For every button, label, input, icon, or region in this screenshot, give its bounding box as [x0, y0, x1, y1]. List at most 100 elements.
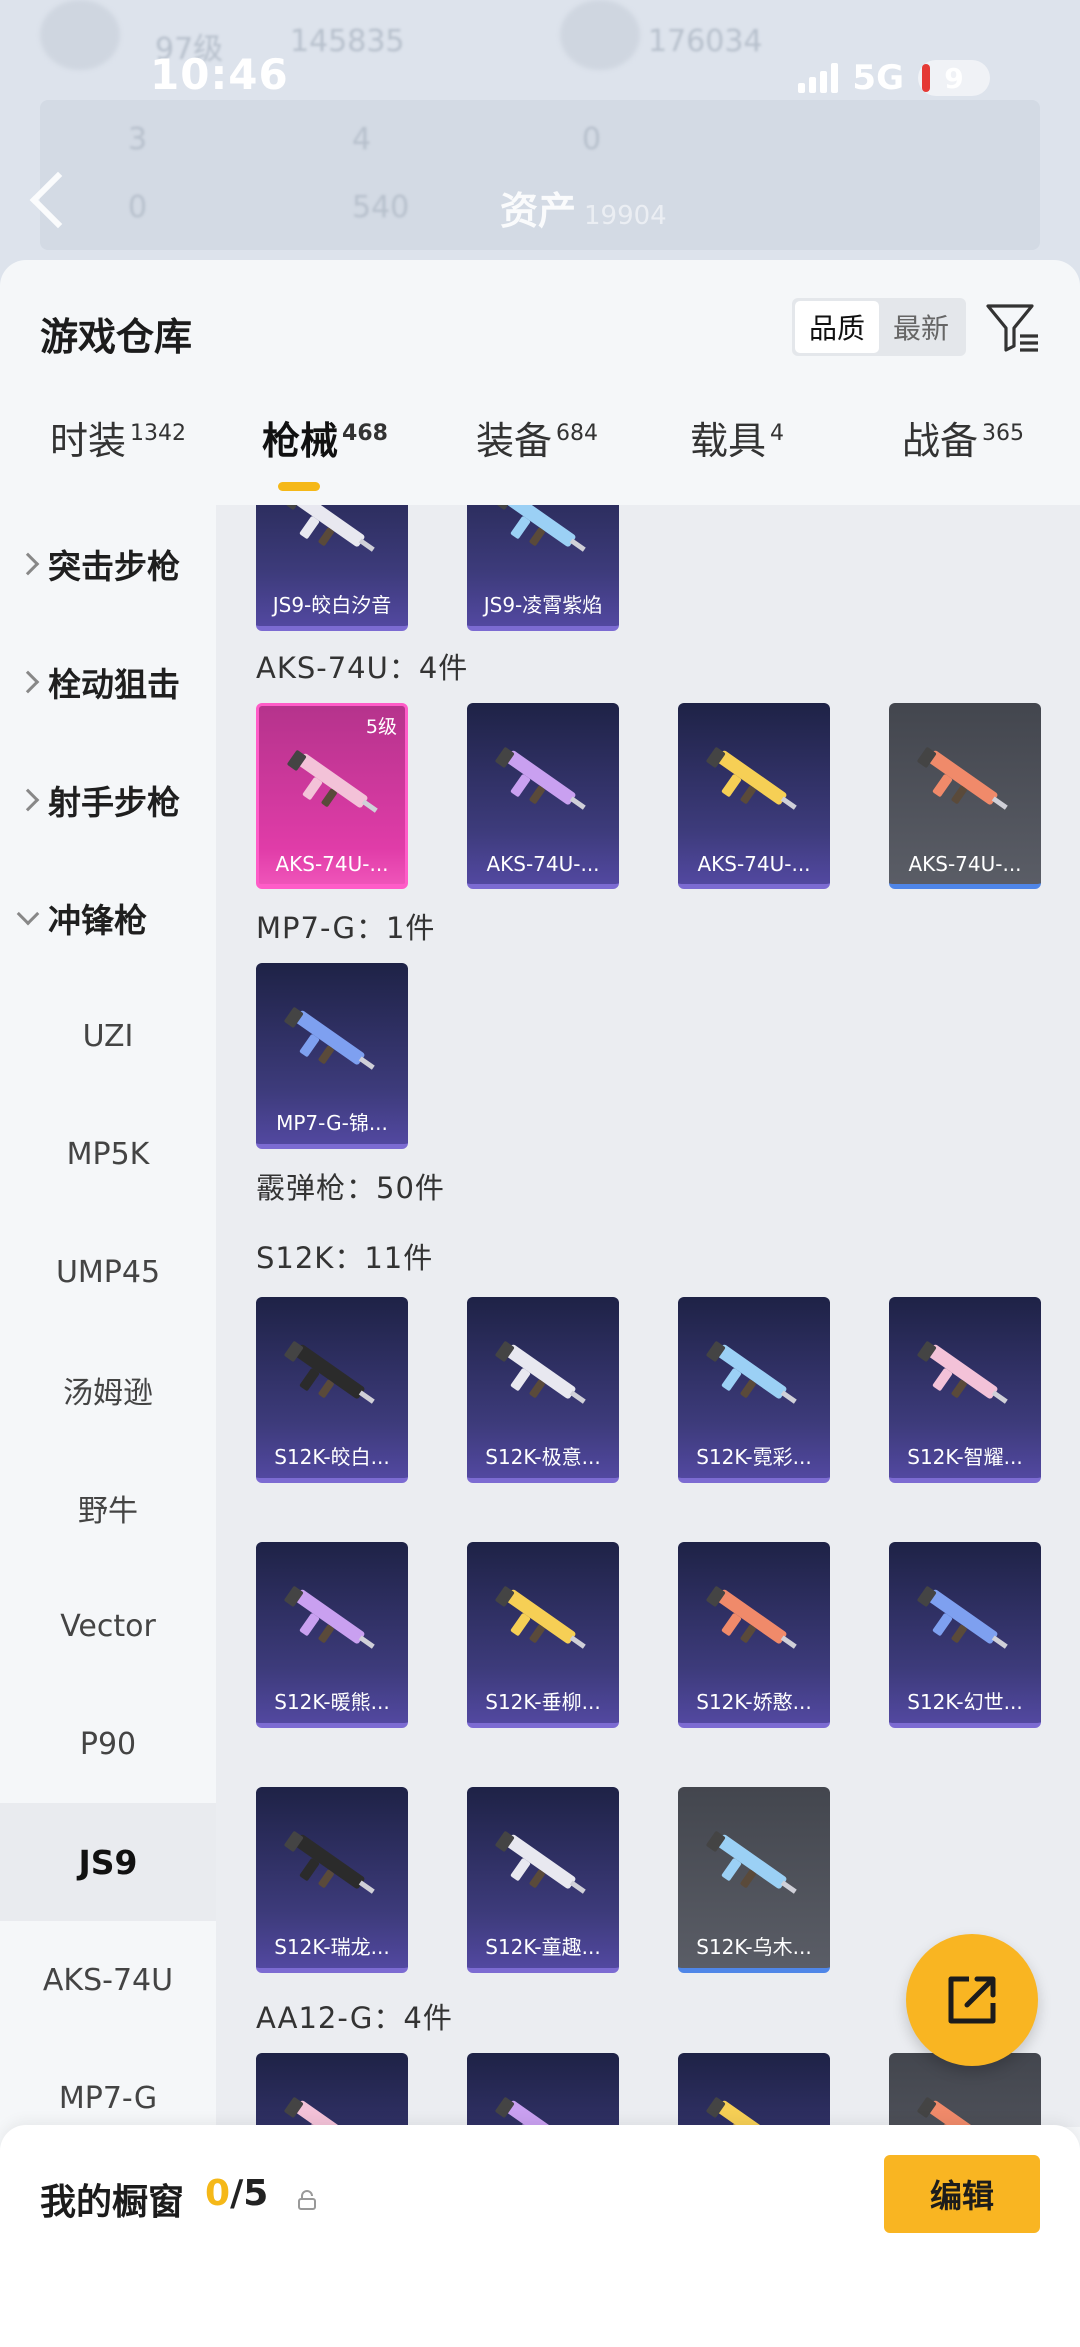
tab-count: 684: [556, 421, 599, 446]
weapon-card[interactable]: JS9-皎白汐音: [256, 505, 408, 631]
filter-icon[interactable]: [984, 300, 1040, 356]
sidebar-item-js9[interactable]: JS9: [0, 1803, 216, 1921]
weapon-skin-icon: [284, 2097, 365, 2127]
sidebar-item-mp7g[interactable]: MP7-G: [0, 2039, 216, 2127]
page-title: 游戏仓库: [40, 315, 193, 359]
chevron-down-icon: [16, 902, 40, 926]
share-button[interactable]: [906, 1934, 1038, 2066]
stat-value: 540: [352, 190, 410, 225]
tab-count: 1342: [130, 421, 187, 446]
sidebar-category-bolt-sniper[interactable]: 栓动狙击: [0, 623, 216, 741]
status-indicators: 5G 9: [798, 58, 990, 98]
weapon-card-name: S12K-皎白...: [274, 1445, 390, 1469]
status-time: 10:46: [150, 50, 289, 99]
weapon-card[interactable]: S12K-幻世...: [889, 1542, 1041, 1728]
sidebar-item-aks74u[interactable]: AKS-74U: [0, 1921, 216, 2039]
weapon-skin-icon: [917, 1586, 1008, 1649]
sidebar-category-label: 冲锋枪: [48, 901, 147, 940]
share-icon: [948, 1976, 996, 2024]
chevron-right-icon: [16, 670, 40, 694]
weapon-card-name: S12K-垂柳...: [485, 1690, 601, 1714]
weapon-card[interactable]: S12K-智耀...: [889, 1297, 1041, 1483]
sidebar-category-label: 射手步枪: [48, 783, 180, 822]
sidebar-item-p90[interactable]: P90: [0, 1685, 216, 1803]
weapon-card[interactable]: AKS-74U-...: [678, 703, 830, 889]
weapon-skin-icon: [287, 750, 378, 813]
signal-icon: [798, 63, 839, 93]
edit-button[interactable]: 编辑: [884, 2155, 1040, 2233]
weapon-card[interactable]: S12K-暖熊...: [256, 1542, 408, 1728]
weapon-card[interactable]: AKS-74U-...: [467, 703, 619, 889]
weapon-card-name: MP7-G-锦...: [276, 1111, 388, 1135]
tab-supplies[interactable]: 战备 365: [902, 410, 1024, 465]
sidebar-category-marksman-rifle[interactable]: 射手步枪: [0, 741, 216, 859]
sort-toggle: 品质 最新: [792, 298, 967, 356]
weapon-card-name: S12K-幻世...: [907, 1690, 1023, 1714]
section-title-aks74u: AKS-74U：4件: [256, 651, 469, 685]
weapon-card-name: S12K-娇憨...: [696, 1690, 812, 1714]
weapon-skin-icon: [495, 1341, 586, 1404]
tab-label: 装备: [476, 419, 553, 463]
sidebar-item-thompson[interactable]: 汤姆逊: [0, 1331, 216, 1449]
tab-vehicles[interactable]: 载具 4: [690, 410, 784, 465]
weapon-card[interactable]: AKS-74U-...: [889, 703, 1041, 889]
chevron-right-icon: [16, 788, 40, 812]
chevron-right-icon: [16, 552, 40, 576]
weapon-skin-icon: [706, 1831, 797, 1894]
tab-firearms[interactable]: 枪械 468: [262, 410, 388, 465]
weapon-card[interactable]: S12K-霓彩...: [678, 1297, 830, 1483]
weapon-skin-icon: [706, 2097, 787, 2127]
showcase-total: /5: [230, 2173, 269, 2214]
sidebar-item-ump45[interactable]: UMP45: [0, 1213, 216, 1331]
lock-icon: [298, 2190, 316, 2210]
weapon-skin-icon: [284, 1007, 375, 1070]
weapon-card[interactable]: 5级 AKS-74U-...: [256, 703, 408, 889]
weapon-skin-grid: JS9-皎白汐音 JS9-凌霄紫焰 AKS-74U：4件 5级 AKS-74U-.…: [216, 505, 1080, 2127]
weapon-card[interactable]: S12K-极意...: [467, 1297, 619, 1483]
weapon-card[interactable]: S12K-娇憨...: [678, 1542, 830, 1728]
sidebar-item-bison[interactable]: 野牛: [0, 1449, 216, 1567]
active-tab-indicator: [278, 482, 320, 491]
weapon-card[interactable]: S12K-童趣...: [467, 1787, 619, 1973]
weapon-card-name: S12K-智耀...: [907, 1445, 1023, 1469]
rank-emblem-icon: [560, 0, 640, 70]
weapon-skin-icon: [495, 2097, 576, 2127]
network-type: 5G: [852, 58, 904, 98]
sidebar-item-mp5k[interactable]: MP5K: [0, 1095, 216, 1213]
rank-emblem-icon: [40, 0, 120, 70]
weapon-card[interactable]: [467, 2053, 619, 2127]
weapon-card[interactable]: [256, 2053, 408, 2127]
tab-equipment[interactable]: 装备 684: [476, 410, 598, 465]
weapon-skin-icon: [284, 505, 375, 552]
tab-label: 枪械: [262, 419, 339, 463]
weapon-skin-icon: [284, 1341, 375, 1404]
sidebar-item-vector[interactable]: Vector: [0, 1567, 216, 1685]
sidebar-item-uzi[interactable]: UZI: [0, 977, 216, 1095]
asset-summary: 资产 19904: [500, 180, 667, 235]
weapon-card-name: S12K-瑞龙...: [274, 1935, 390, 1959]
weapon-card-name: S12K-暖熊...: [274, 1690, 390, 1714]
weapon-card[interactable]: S12K-皎白...: [256, 1297, 408, 1483]
weapon-skin-icon: [706, 747, 797, 810]
sidebar-category-label: 突击步枪: [48, 547, 180, 586]
profile-header-background: 97级 145835 176034 3 4 0 0 540 资产 19904 10…: [0, 0, 1080, 300]
weapon-card[interactable]: S12K-瑞龙...: [256, 1787, 408, 1973]
sort-by-newest[interactable]: 最新: [879, 301, 963, 353]
weapon-skin-icon: [284, 1586, 375, 1649]
showcase-count: 0/5: [205, 2173, 268, 2214]
weapon-card[interactable]: MP7-G-锦...: [256, 963, 408, 1149]
weapon-card[interactable]: S12K-垂柳...: [467, 1542, 619, 1728]
weapon-card-name: S12K-极意...: [485, 1445, 601, 1469]
stat-value: 4: [352, 122, 372, 157]
sidebar-category-label: 栓动狙击: [48, 665, 180, 704]
category-tabs: 时装 1342 枪械 468 装备 684 载具 4 战备 365: [0, 410, 1080, 490]
weapon-skin-icon: [917, 1341, 1008, 1404]
weapon-card[interactable]: JS9-凌霄紫焰: [467, 505, 619, 631]
sort-by-quality[interactable]: 品质: [795, 301, 880, 353]
sidebar-category-smg[interactable]: 冲锋枪: [0, 859, 216, 977]
tab-count: 4: [770, 421, 785, 446]
tab-fashion[interactable]: 时装 1342: [50, 410, 186, 465]
weapon-card[interactable]: [678, 2053, 830, 2127]
sidebar-category-assault-rifle[interactable]: 突击步枪: [0, 505, 216, 623]
weapon-card[interactable]: S12K-乌木...: [678, 1787, 830, 1973]
